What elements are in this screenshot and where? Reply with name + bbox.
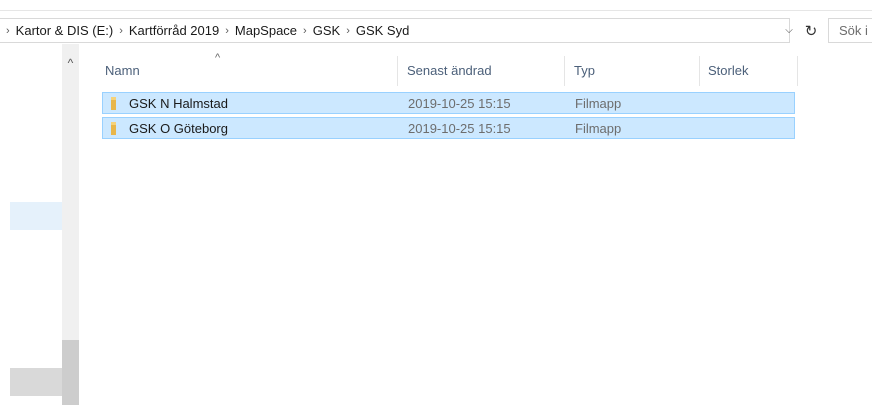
folder-icon: [111, 122, 116, 135]
column-divider[interactable]: [397, 56, 398, 86]
refresh-icon[interactable]: ↻: [800, 20, 822, 41]
file-modified: 2019-10-25 15:15: [408, 121, 511, 136]
chevron-right-icon[interactable]: ›: [303, 25, 307, 37]
search-box[interactable]: [828, 18, 872, 43]
file-modified: 2019-10-25 15:15: [408, 96, 511, 111]
scrollbar-thumb[interactable]: [62, 340, 79, 405]
top-divider: [0, 10, 872, 11]
column-divider[interactable]: [564, 56, 565, 86]
file-row[interactable]: GSK N Halmstad 2019-10-25 15:15 Filmapp: [102, 92, 795, 114]
chevron-right-icon[interactable]: ›: [119, 25, 123, 37]
file-type: Filmapp: [575, 96, 622, 111]
chevron-right-icon[interactable]: ›: [6, 25, 10, 37]
breadcrumb: › Kartor & DIS (E:) › Kartförråd 2019 › …: [0, 23, 409, 38]
file-type: Filmapp: [575, 121, 622, 136]
navigation-pane-selected-item[interactable]: [10, 202, 62, 230]
sort-ascending-icon: ^: [215, 52, 221, 64]
chevron-right-icon[interactable]: ›: [346, 25, 350, 37]
file-name[interactable]: GSK N Halmstad: [129, 96, 228, 111]
column-header-size[interactable]: Storlek: [708, 56, 748, 84]
chevron-down-icon[interactable]: ⌵: [782, 22, 796, 38]
navigation-pane-item[interactable]: [10, 368, 62, 396]
breadcrumb-item[interactable]: GSK: [313, 23, 340, 38]
breadcrumb-item[interactable]: MapSpace: [235, 23, 297, 38]
folder-icon: [111, 97, 116, 110]
address-bar[interactable]: › Kartor & DIS (E:) › Kartförråd 2019 › …: [0, 18, 790, 43]
file-name[interactable]: GSK O Göteborg: [129, 121, 228, 136]
scroll-up-icon[interactable]: ^: [62, 56, 79, 70]
breadcrumb-item[interactable]: Kartor & DIS (E:): [16, 23, 114, 38]
column-header-type[interactable]: Typ: [574, 56, 595, 84]
breadcrumb-item-current[interactable]: GSK Syd: [356, 23, 409, 38]
file-row[interactable]: GSK O Göteborg 2019-10-25 15:15 Filmapp: [102, 117, 795, 139]
breadcrumb-item[interactable]: Kartförråd 2019: [129, 23, 219, 38]
column-divider[interactable]: [699, 56, 700, 86]
search-input[interactable]: [829, 22, 872, 39]
column-header-modified[interactable]: Senast ändrad: [407, 56, 492, 84]
column-divider[interactable]: [797, 56, 798, 86]
chevron-right-icon[interactable]: ›: [225, 25, 229, 37]
column-header-name[interactable]: Namn: [105, 56, 140, 84]
